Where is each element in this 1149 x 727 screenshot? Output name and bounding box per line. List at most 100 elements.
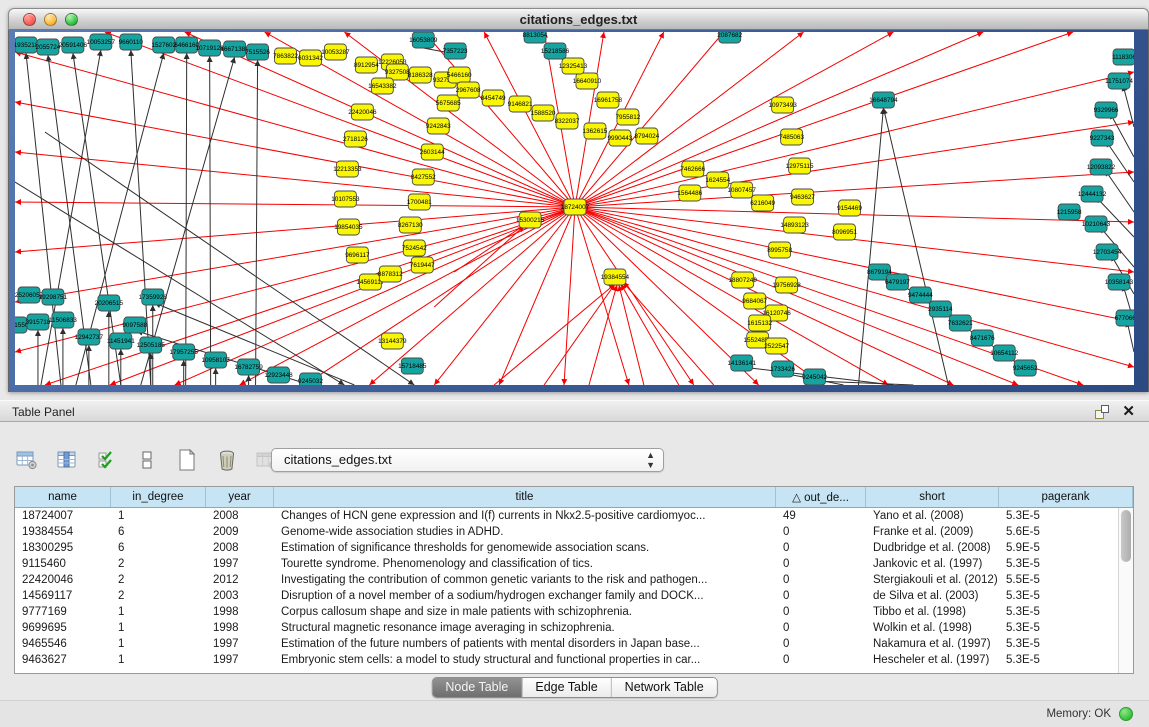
graph-node[interactable]	[153, 37, 175, 53]
graph-node[interactable]	[399, 217, 421, 233]
graph-node[interactable]	[1095, 102, 1117, 118]
graph-node[interactable]	[544, 43, 566, 59]
graph-node[interactable]	[1090, 159, 1112, 175]
graph-node[interactable]	[617, 109, 639, 125]
table-row[interactable]: 969969511998Structural magnetic resonanc…	[15, 620, 1118, 636]
column-header-year[interactable]: year	[206, 487, 274, 507]
table-row[interactable]: 911546021997Tourette syndrome. Phenomeno…	[15, 556, 1118, 572]
graph-node[interactable]	[682, 161, 704, 177]
graph-node[interactable]	[584, 123, 606, 139]
graph-node[interactable]	[401, 358, 423, 374]
tab-node-table[interactable]: Node Table	[432, 678, 521, 697]
graph-node[interactable]	[299, 50, 321, 66]
scrollbar-thumb[interactable]	[1121, 510, 1131, 562]
graph-node[interactable]	[519, 212, 541, 228]
column-header-out_de[interactable]: △ out_de...	[776, 487, 866, 507]
graph-node[interactable]	[532, 105, 554, 121]
graph-node[interactable]	[448, 67, 470, 83]
column-header-title[interactable]: title	[274, 487, 776, 507]
graph-node[interactable]	[409, 67, 431, 83]
column-header-short[interactable]: short	[866, 487, 999, 507]
graph-node[interactable]	[1116, 310, 1134, 326]
graph-node[interactable]	[381, 333, 403, 349]
graph-node[interactable]	[993, 345, 1015, 361]
network-canvas[interactable]: 1872400792428435675685932750354661602967…	[15, 32, 1134, 385]
graph-node[interactable]	[346, 247, 368, 263]
column-header-name[interactable]: name	[15, 487, 111, 507]
column-header-pagerank[interactable]: pagerank	[999, 487, 1133, 507]
graph-node[interactable]	[421, 144, 443, 160]
graph-node[interactable]	[205, 352, 227, 368]
graph-node[interactable]	[15, 317, 27, 333]
graph-node[interactable]	[576, 73, 598, 89]
graph-node[interactable]	[37, 39, 59, 55]
graph-node[interactable]	[411, 257, 433, 273]
graph-node[interactable]	[408, 194, 430, 210]
toggle-rows-icon[interactable]	[134, 447, 160, 473]
graph-node[interactable]	[173, 344, 195, 360]
graph-node[interactable]	[98, 295, 120, 311]
graph-node[interactable]	[355, 57, 377, 73]
graph-node[interactable]	[792, 189, 814, 205]
graph-node[interactable]	[371, 78, 393, 94]
graph-node[interactable]	[1113, 49, 1134, 65]
float-window-icon[interactable]	[1095, 405, 1109, 419]
graph-node[interactable]	[769, 242, 791, 258]
graph-node[interactable]	[719, 32, 741, 43]
graph-node[interactable]	[18, 287, 40, 303]
graph-node[interactable]	[556, 113, 578, 129]
graph-node[interactable]	[224, 41, 246, 57]
graph-node[interactable]	[324, 44, 346, 60]
graph-node[interactable]	[636, 128, 658, 144]
table-row[interactable]: 946554611997Estimation of the future num…	[15, 636, 1118, 652]
tab-network-table[interactable]: Network Table	[611, 678, 717, 697]
graph-node[interactable]	[78, 329, 100, 345]
graph-node[interactable]	[142, 289, 164, 305]
graph-node[interactable]	[1108, 274, 1130, 290]
graph-node[interactable]	[909, 287, 931, 303]
graph-node[interactable]	[839, 200, 861, 216]
graph-node[interactable]	[359, 274, 381, 290]
graph-node[interactable]	[90, 34, 112, 50]
graph-node[interactable]	[379, 266, 401, 282]
graph-node[interactable]	[971, 330, 993, 346]
graph-node[interactable]	[1096, 244, 1118, 260]
table-row[interactable]: 1456911722003Disruption of a novel membe…	[15, 588, 1118, 604]
graph-node[interactable]	[444, 43, 466, 59]
graph-node[interactable]	[437, 95, 459, 111]
graph-node[interactable]	[776, 277, 798, 293]
graph-node[interactable]	[1085, 216, 1107, 232]
tab-edge-table[interactable]: Edge Table	[521, 678, 610, 697]
graph-node[interactable]	[15, 37, 37, 53]
graph-node[interactable]	[299, 373, 321, 385]
graph-node[interactable]	[1014, 360, 1036, 376]
graph-node[interactable]	[52, 312, 74, 328]
graph-node[interactable]	[403, 240, 425, 256]
graph-node[interactable]	[344, 131, 366, 147]
table-row[interactable]: 2242004622012Investigating the contribut…	[15, 572, 1118, 588]
table-row[interactable]: 1830029562008Estimation of significance …	[15, 540, 1118, 556]
table-row[interactable]: 946362711997Embryonic stem cells: a mode…	[15, 652, 1118, 668]
graph-node[interactable]	[509, 96, 531, 112]
graph-node[interactable]	[707, 172, 729, 188]
graph-node[interactable]	[564, 199, 586, 215]
graph-node[interactable]	[27, 314, 49, 330]
graph-node[interactable]	[679, 185, 701, 201]
table-row[interactable]: 1938455462009Genome-wide association stu…	[15, 524, 1118, 540]
graph-node[interactable]	[732, 272, 754, 288]
table-row[interactable]: 977716911998Corpus callosum shape and si…	[15, 604, 1118, 620]
graph-node[interactable]	[731, 182, 753, 198]
show-columns-icon[interactable]	[54, 447, 80, 473]
graph-node[interactable]	[604, 269, 626, 285]
delete-table-icon[interactable]	[214, 447, 240, 473]
new-table-icon[interactable]	[174, 447, 200, 473]
graph-node[interactable]	[457, 82, 479, 98]
graph-node[interactable]	[772, 361, 794, 377]
graph-node[interactable]	[336, 161, 358, 177]
graph-node[interactable]	[427, 118, 449, 134]
graph-node[interactable]	[176, 37, 198, 53]
graph-node[interactable]	[597, 92, 619, 108]
graph-node[interactable]	[268, 367, 290, 383]
graph-node[interactable]	[1058, 204, 1080, 220]
graph-node[interactable]	[789, 158, 811, 174]
